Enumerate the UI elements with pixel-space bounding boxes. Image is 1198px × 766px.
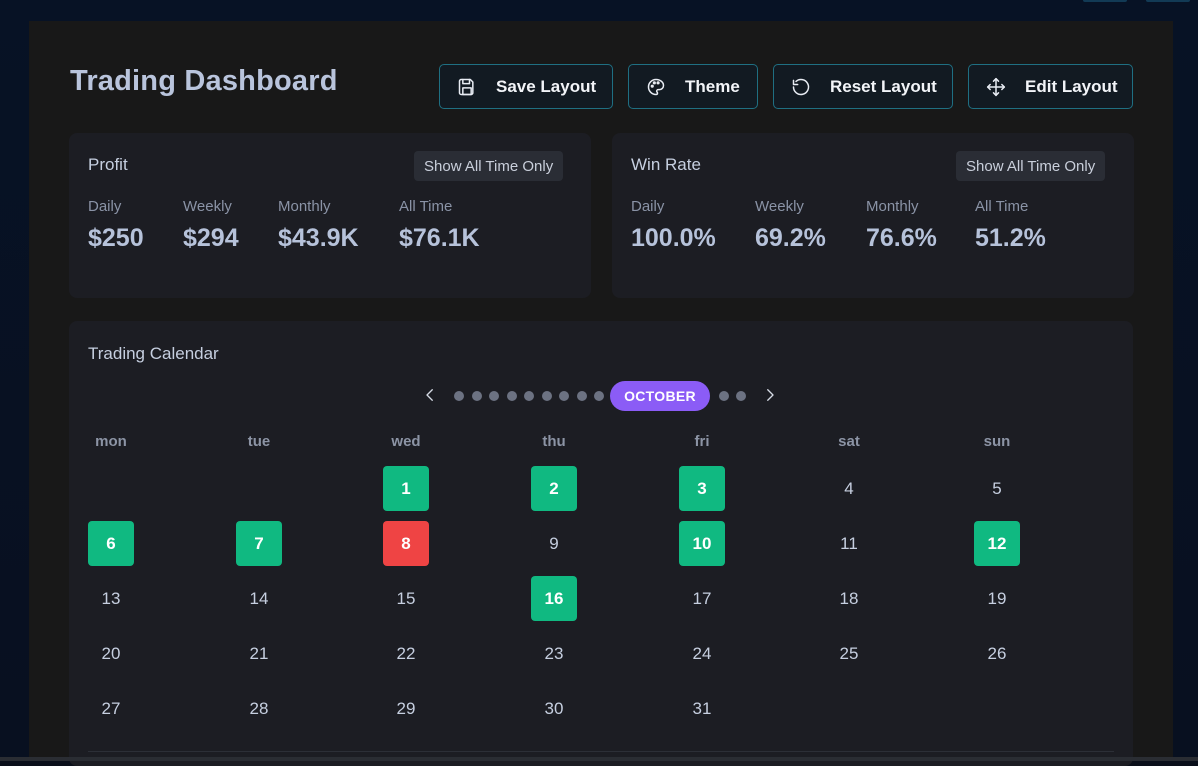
- window-tab-indicator: [1146, 0, 1190, 2]
- month-dot[interactable]: [542, 391, 552, 401]
- reset-icon: [790, 76, 812, 98]
- calendar-day-24[interactable]: 24: [679, 631, 725, 676]
- month-dot[interactable]: [489, 391, 499, 401]
- weekday-label: mon: [95, 433, 127, 450]
- page-title: Trading Dashboard: [70, 65, 338, 97]
- current-month-pill[interactable]: OCTOBER: [610, 381, 710, 411]
- calendar-day-18[interactable]: 18: [826, 576, 872, 621]
- calendar-day-22[interactable]: 22: [383, 631, 429, 676]
- profit-monthly-label: Monthly: [278, 198, 331, 215]
- move-icon: [985, 76, 1007, 98]
- reset-layout-button[interactable]: Reset Layout: [773, 64, 953, 109]
- win-rate-show-all-time-button[interactable]: Show All Time Only: [956, 151, 1106, 181]
- chevron-left-icon: [426, 389, 433, 401]
- calendar-day-10[interactable]: 10: [679, 521, 725, 566]
- profit-daily-value: $250: [88, 224, 144, 252]
- trading-calendar-card: Trading Calendar OCTOBER mon tue wed thu…: [69, 321, 1133, 766]
- chevron-right-icon: [767, 389, 774, 401]
- calendar-day-7[interactable]: 7: [236, 521, 282, 566]
- month-dot[interactable]: [719, 391, 729, 401]
- dashboard-shell: Trading Dashboard Save Layout Theme Rese…: [29, 21, 1173, 766]
- calendar-day-15[interactable]: 15: [383, 576, 429, 621]
- calendar-day-26[interactable]: 26: [974, 631, 1020, 676]
- calendar-day-20[interactable]: 20: [88, 631, 134, 676]
- profit-title: Profit: [88, 155, 128, 174]
- calendar-day-4[interactable]: 4: [826, 466, 872, 511]
- calendar-day-6[interactable]: 6: [88, 521, 134, 566]
- bottom-edge: [0, 757, 1198, 761]
- weekday-label: wed: [391, 433, 421, 450]
- calendar-day-21[interactable]: 21: [236, 631, 282, 676]
- calendar-day-3[interactable]: 3: [679, 466, 725, 511]
- win-rate-daily-value: 100.0%: [631, 224, 716, 252]
- calendar-day-11[interactable]: 11: [826, 521, 872, 566]
- edit-layout-button[interactable]: Edit Layout: [968, 64, 1133, 109]
- weekday-label: sat: [838, 433, 860, 450]
- month-dot[interactable]: [736, 391, 746, 401]
- win-rate-weekly-value: 69.2%: [755, 224, 826, 252]
- weekday-label: thu: [542, 433, 566, 450]
- calendar-day-2[interactable]: 2: [531, 466, 577, 511]
- weekday-label: tue: [247, 433, 271, 450]
- weekday-label: fri: [694, 433, 710, 450]
- calendar-day-31[interactable]: 31: [679, 686, 725, 731]
- win-rate-daily-label: Daily: [631, 198, 665, 215]
- month-dot[interactable]: [594, 391, 604, 401]
- calendar-day-12[interactable]: 12: [974, 521, 1020, 566]
- previous-month-button[interactable]: [421, 386, 439, 404]
- profit-all-time-value: $76.1K: [399, 224, 480, 252]
- profit-card: Profit Show All Time Only Daily $250 Wee…: [69, 133, 591, 298]
- month-dot[interactable]: [524, 391, 534, 401]
- profit-show-all-time-button[interactable]: Show All Time Only: [414, 151, 564, 181]
- calendar-day-30[interactable]: 30: [531, 686, 577, 731]
- weekday-label: sun: [983, 433, 1011, 450]
- calendar-day-23[interactable]: 23: [531, 631, 577, 676]
- win-rate-weekly-label: Weekly: [755, 198, 804, 215]
- calendar-day-5[interactable]: 5: [974, 466, 1020, 511]
- win-rate-monthly-value: 76.6%: [866, 224, 937, 252]
- save-layout-label: Save Layout: [496, 76, 597, 96]
- calendar-day-27[interactable]: 27: [88, 686, 134, 731]
- calendar-day-29[interactable]: 29: [383, 686, 429, 731]
- calendar-day-17[interactable]: 17: [679, 576, 725, 621]
- palette-icon: [645, 76, 667, 98]
- calendar-day-19[interactable]: 19: [974, 576, 1020, 621]
- month-dot[interactable]: [454, 391, 464, 401]
- win-rate-monthly-label: Monthly: [866, 198, 919, 215]
- save-icon: [456, 76, 478, 98]
- win-rate-all-time-label: All Time: [975, 198, 1029, 215]
- win-rate-all-time-value: 51.2%: [975, 224, 1046, 252]
- profit-weekly-label: Weekly: [183, 198, 232, 215]
- next-month-button[interactable]: [761, 386, 779, 404]
- month-dot[interactable]: [577, 391, 587, 401]
- calendar-day-14[interactable]: 14: [236, 576, 282, 621]
- win-rate-card: Win Rate Show All Time Only Daily 100.0%…: [612, 133, 1134, 298]
- reset-layout-label: Reset Layout: [830, 76, 937, 96]
- calendar-day-9[interactable]: 9: [531, 521, 577, 566]
- edit-layout-label: Edit Layout: [1025, 76, 1118, 96]
- calendar-title: Trading Calendar: [88, 344, 219, 363]
- calendar-day-13[interactable]: 13: [88, 576, 134, 621]
- window-tab-indicator: [1083, 0, 1127, 2]
- month-dot[interactable]: [559, 391, 569, 401]
- win-rate-title: Win Rate: [631, 155, 701, 174]
- profit-weekly-value: $294: [183, 224, 239, 252]
- calendar-day-28[interactable]: 28: [236, 686, 282, 731]
- calendar-divider: [88, 751, 1114, 752]
- profit-monthly-value: $43.9K: [278, 224, 359, 252]
- calendar-day-25[interactable]: 25: [826, 631, 872, 676]
- calendar-day-8[interactable]: 8: [383, 521, 429, 566]
- save-layout-button[interactable]: Save Layout: [439, 64, 613, 109]
- calendar-day-16[interactable]: 16: [531, 576, 577, 621]
- theme-button[interactable]: Theme: [628, 64, 758, 109]
- profit-daily-label: Daily: [88, 198, 122, 215]
- calendar-day-1[interactable]: 1: [383, 466, 429, 511]
- month-dot[interactable]: [472, 391, 482, 401]
- theme-label: Theme: [685, 76, 740, 96]
- month-dot[interactable]: [507, 391, 517, 401]
- profit-all-time-label: All Time: [399, 198, 453, 215]
